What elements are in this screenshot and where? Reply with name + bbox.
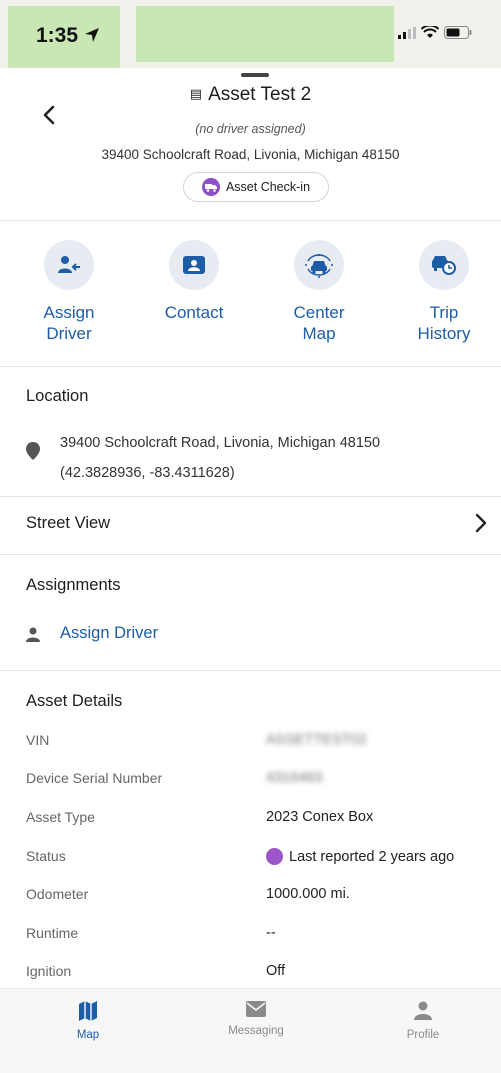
location-details: 39400 Schoolcraft Road, Livonia, Michiga… (60, 428, 380, 488)
detail-value: ASSETTEST02 (266, 732, 367, 748)
tab-label: Messaging (228, 1025, 284, 1037)
assign-driver-action[interactable]: Assign Driver (14, 240, 124, 344)
assignments-title: Assignments (26, 576, 121, 594)
detail-row-runtime: Runtime -- (0, 925, 501, 947)
status-highlight-center (136, 6, 394, 62)
location-address: 39400 Schoolcraft Road, Livonia, Michiga… (60, 435, 381, 451)
detail-row-status: Status Last reported 2 years ago (0, 848, 501, 870)
person-icon (26, 627, 40, 642)
chevron-right-icon (475, 513, 487, 533)
center-map-icon (294, 240, 344, 290)
status-value: Last reported 2 years ago (266, 848, 454, 865)
header-address: 39400 Schoolcraft Road, Livonia, Michiga… (101, 147, 400, 162)
center-map-action[interactable]: Center Map (264, 240, 374, 344)
trip-history-action[interactable]: Trip History (389, 240, 499, 344)
asset-trailer-icon: ▤ (189, 86, 203, 101)
detail-label: Status (26, 848, 66, 864)
divider (0, 670, 501, 671)
tab-messaging[interactable]: Messaging (196, 1001, 316, 1037)
detail-row-serial: Device Serial Number 4316463 (0, 770, 501, 792)
location-title: Location (26, 387, 89, 405)
contact-card-icon (169, 240, 219, 290)
asset-details-title: Asset Details (26, 692, 123, 710)
detail-value: 2023 Conex Box (266, 809, 374, 825)
checkin-truck-icon (201, 178, 220, 196)
tab-map[interactable]: Map (28, 1001, 148, 1041)
person-icon (414, 1001, 432, 1020)
contact-label: Contact (164, 303, 224, 322)
asset-checkin-button[interactable]: Asset Check-in (183, 172, 329, 202)
contact-action[interactable]: Contact (139, 240, 249, 323)
detail-value: 4316463 (266, 770, 323, 786)
asset-title-text: Asset Test 2 (208, 84, 312, 105)
tab-label: Map (76, 1029, 100, 1041)
detail-label: Asset Type (26, 809, 96, 825)
detail-label: Device Serial Number (26, 770, 163, 786)
street-view-label: Street View (26, 514, 111, 532)
assign-driver-link[interactable]: Assign Driver (60, 624, 158, 643)
battery-icon (444, 26, 472, 39)
envelope-icon (246, 1001, 266, 1017)
center-map-label: Center Map (293, 303, 345, 343)
detail-row-asset-type: Asset Type 2023 Conex Box (0, 809, 501, 831)
detail-value: 1000.000 mi. (266, 886, 350, 902)
status-bar: 1:35 (0, 0, 501, 68)
divider (0, 366, 501, 367)
status-text: Last reported 2 years ago (289, 848, 455, 865)
detail-label: Odometer (26, 886, 89, 902)
sheet-grabber[interactable] (241, 73, 269, 77)
assign-driver-label: Assign Driver (43, 303, 95, 343)
detail-row-vin: VIN ASSETTEST02 (0, 732, 501, 754)
location-arrow-icon (85, 28, 99, 42)
street-view-row[interactable]: Street View (0, 496, 501, 554)
assign-driver-row[interactable]: Assign Driver (0, 620, 501, 650)
detail-label: Ignition (26, 963, 72, 979)
tab-bar: Map Messaging Profile (0, 988, 501, 1073)
detail-label: VIN (26, 732, 50, 748)
driver-note: (no driver assigned) (195, 122, 306, 136)
detail-row-odometer: Odometer 1000.000 mi. (0, 886, 501, 908)
page-title: ▤ Asset Test 2 (190, 84, 311, 105)
status-time: 1:35 (36, 24, 79, 47)
status-dot (266, 848, 283, 865)
wifi-icon (421, 26, 439, 38)
signal-icon (398, 26, 416, 39)
trip-history-icon (419, 240, 469, 290)
status-indicators (398, 26, 472, 39)
detail-row-ignition: Ignition Off (0, 963, 501, 985)
detail-label: Runtime (26, 925, 79, 941)
trip-history-label: Trip History (417, 303, 471, 343)
detail-value: Off (266, 963, 286, 979)
location-pin-icon (26, 442, 40, 460)
tab-profile[interactable]: Profile (363, 1001, 483, 1041)
detail-value: -- (266, 925, 276, 941)
tab-label: Profile (406, 1029, 440, 1041)
assign-driver-icon (44, 240, 94, 290)
divider (0, 554, 501, 555)
location-coordinates: (42.3828936, -83.4311628) (60, 465, 235, 481)
map-icon (79, 1001, 97, 1021)
checkin-label: Asset Check-in (225, 180, 311, 194)
divider (0, 220, 501, 221)
asset-title-row: ▤ Asset Test 2 (0, 84, 501, 106)
